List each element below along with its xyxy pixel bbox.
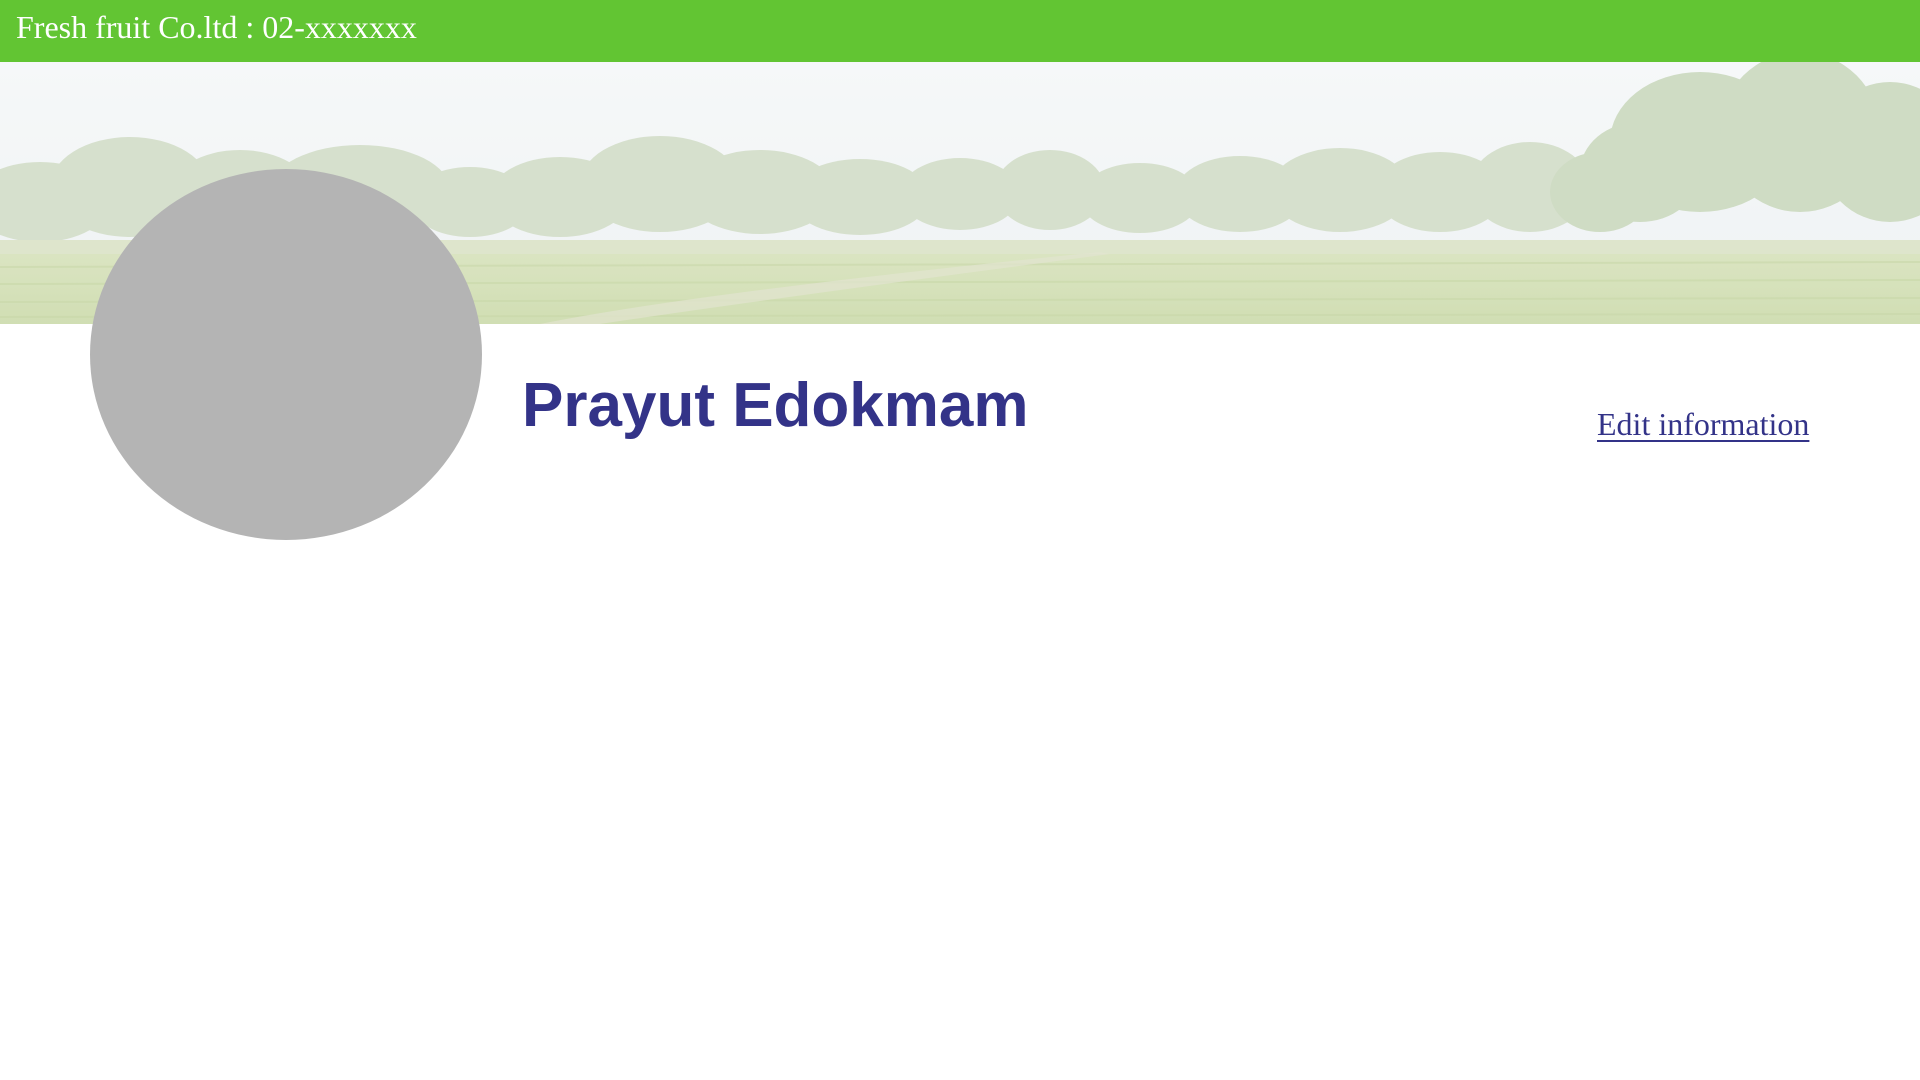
company-contact-text: Fresh fruit Co.ltd : 02-xxxxxxx xyxy=(16,9,417,45)
avatar xyxy=(90,169,482,540)
profile-name: Prayut Edokmam xyxy=(522,371,1029,440)
edit-information-link[interactable]: Edit information xyxy=(1597,403,1809,445)
top-header-bar: Fresh fruit Co.ltd : 02-xxxxxxx xyxy=(0,0,1920,62)
